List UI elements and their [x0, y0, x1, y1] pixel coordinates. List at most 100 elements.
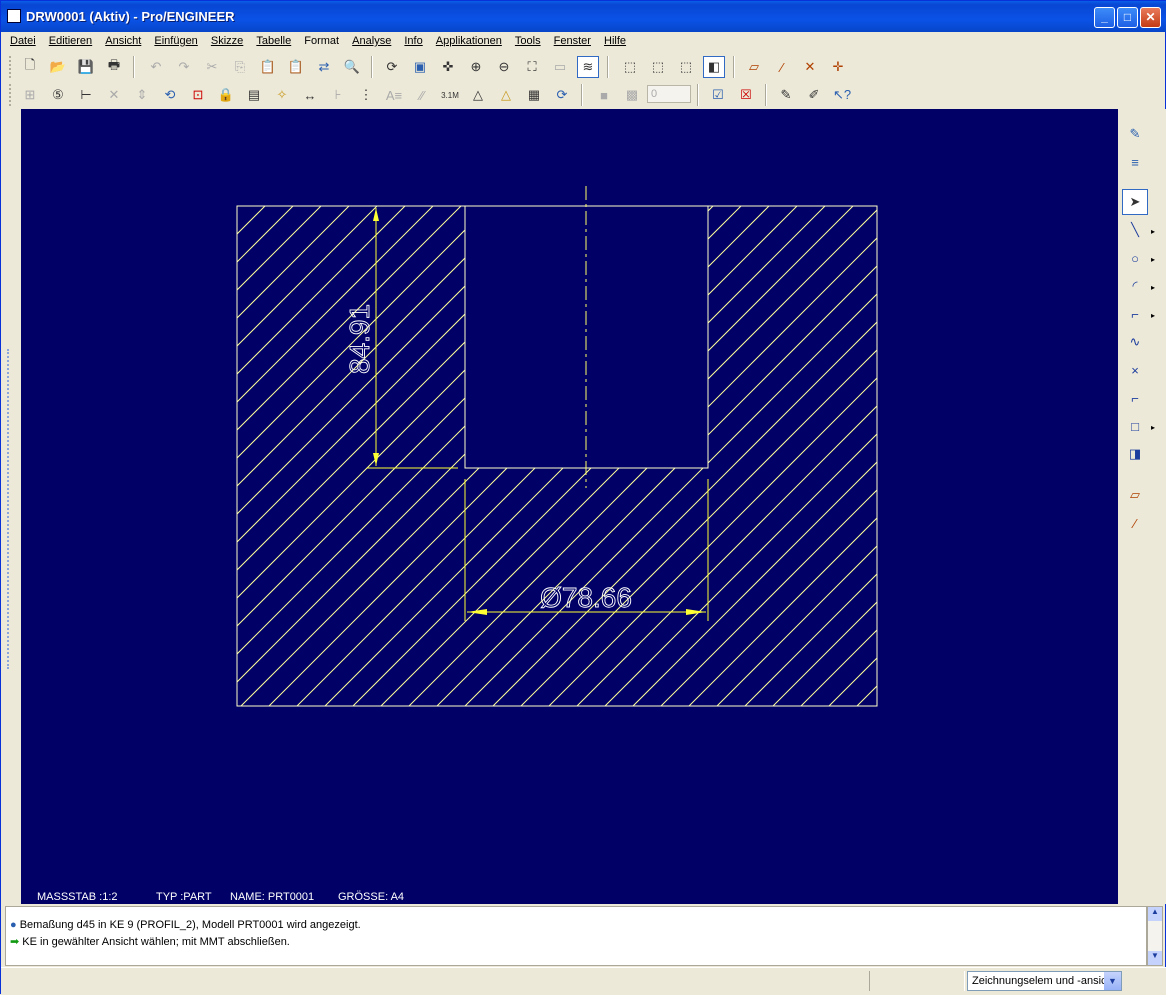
- redo-icon[interactable]: ↷: [173, 56, 195, 78]
- circle-flyout-icon[interactable]: ▸: [1151, 255, 1155, 264]
- chamfer-icon[interactable]: ⌐: [1122, 385, 1148, 411]
- line-icon[interactable]: ╲: [1122, 217, 1148, 243]
- constraints-icon[interactable]: ≡: [1122, 149, 1148, 175]
- delete-icon[interactable]: ✕: [103, 84, 125, 106]
- note-icon[interactable]: A≡: [383, 84, 405, 106]
- toolbar-grip[interactable]: [9, 56, 12, 78]
- spline-icon[interactable]: ∿: [1122, 329, 1148, 355]
- menu-tabelle[interactable]: Tabelle: [251, 33, 296, 47]
- copy-icon[interactable]: ⎘: [229, 56, 251, 78]
- menu-editieren[interactable]: Editieren: [44, 33, 97, 47]
- saved-view-icon[interactable]: ▭: [549, 56, 571, 78]
- layers-icon[interactable]: ≋: [577, 56, 599, 78]
- dim-diameter-text[interactable]: Ø78.66: [540, 582, 633, 614]
- drawing-canvas[interactable]: 84.91 Ø78.66 MASSSTAB :1:2 TYP :PART NAM…: [21, 109, 1118, 904]
- scroll-down-icon[interactable]: ▼: [1148, 951, 1162, 965]
- align-icon[interactable]: ⋮: [355, 84, 377, 106]
- message-scrollbar[interactable]: ▲ ▼: [1147, 906, 1163, 966]
- menu-einfuegen[interactable]: Einfügen: [149, 33, 202, 47]
- undo-icon[interactable]: ↶: [145, 56, 167, 78]
- maximize-button[interactable]: □: [1117, 7, 1138, 28]
- menu-fenster[interactable]: Fenster: [549, 33, 596, 47]
- rectangle-flyout-icon[interactable]: ▸: [1151, 423, 1155, 432]
- paste-icon[interactable]: 📋: [257, 56, 279, 78]
- no-hidden-icon[interactable]: ⬚: [675, 56, 697, 78]
- fillet-icon[interactable]: ⌐: [1122, 301, 1148, 327]
- rectangle-icon[interactable]: □: [1122, 413, 1148, 439]
- arc-icon[interactable]: ◜: [1122, 273, 1148, 299]
- menu-hilfe[interactable]: Hilfe: [599, 33, 631, 47]
- refit-icon[interactable]: ▣: [409, 56, 431, 78]
- move-icon[interactable]: ⇕: [131, 84, 153, 106]
- orient-icon[interactable]: ✜: [437, 56, 459, 78]
- ordinate-icon[interactable]: ⊦: [327, 84, 349, 106]
- sheet-icon[interactable]: ■: [593, 84, 615, 106]
- menu-analyse[interactable]: Analyse: [347, 33, 396, 47]
- chevron-down-icon[interactable]: ▼: [1104, 972, 1121, 990]
- accept-icon[interactable]: ☑: [707, 84, 729, 106]
- zoom-out-icon[interactable]: ⊖: [493, 56, 515, 78]
- mirror-icon[interactable]: ◨: [1122, 441, 1148, 467]
- cancel-icon[interactable]: ☒: [735, 84, 757, 106]
- dimension-linear-icon[interactable]: ↔: [299, 84, 321, 106]
- menu-tools[interactable]: Tools: [510, 33, 546, 47]
- show-annotations-icon[interactable]: ✧: [271, 84, 293, 106]
- context-help-icon[interactable]: ↖?: [831, 84, 853, 106]
- print-icon[interactable]: 🖶: [103, 56, 125, 78]
- symbol-icon[interactable]: △: [495, 84, 517, 106]
- menu-skizze[interactable]: Skizze: [206, 33, 248, 47]
- close-button[interactable]: ✕: [1140, 7, 1161, 28]
- datum-plane-icon[interactable]: ▱: [743, 56, 765, 78]
- table-icon[interactable]: ▤: [243, 84, 265, 106]
- surface-finish-icon[interactable]: △: [467, 84, 489, 106]
- menu-applikationen[interactable]: Applikationen: [431, 33, 507, 47]
- update-sheet-icon[interactable]: ⟲: [159, 84, 181, 106]
- title-bar[interactable]: DRW0001 (Aktiv) - Pro/ENGINEER _ □ ✕: [1, 1, 1166, 32]
- menu-info[interactable]: Info: [399, 33, 427, 47]
- insert-table-icon[interactable]: ▦: [523, 84, 545, 106]
- hatch-icon[interactable]: ⁄⁄: [411, 84, 433, 106]
- regenerate-icon[interactable]: ⇄: [313, 56, 335, 78]
- selection-filter-select[interactable]: Zeichnungselem und -ansic ▼: [967, 971, 1122, 991]
- sheet-spin-field[interactable]: 0: [647, 85, 691, 103]
- minimize-button[interactable]: _: [1094, 7, 1115, 28]
- balloon-icon[interactable]: ⑤: [47, 84, 69, 106]
- new-file-icon[interactable]: 🗋: [19, 56, 41, 78]
- datum-axis-icon[interactable]: ⁄: [771, 56, 793, 78]
- datum-point-icon[interactable]: ✕: [799, 56, 821, 78]
- zoom-in-icon[interactable]: ⊕: [465, 56, 487, 78]
- paste-special-icon[interactable]: 📋: [285, 56, 307, 78]
- zoom-fit-icon[interactable]: ⛶: [521, 56, 543, 78]
- refresh-table-icon[interactable]: ⟳: [551, 84, 573, 106]
- repaint-icon[interactable]: ⟳: [381, 56, 403, 78]
- sketch-tools-icon[interactable]: ✎: [1122, 121, 1148, 147]
- select-arrow-icon[interactable]: ➤: [1122, 189, 1148, 215]
- line-flyout-icon[interactable]: ▸: [1151, 227, 1155, 236]
- menu-format[interactable]: Format: [299, 33, 344, 47]
- dimension-icon[interactable]: ⊢: [75, 84, 97, 106]
- menu-ansicht[interactable]: Ansicht: [100, 33, 146, 47]
- shading-icon[interactable]: ◧: [703, 56, 725, 78]
- drawing-model-icon[interactable]: ⊞: [19, 84, 41, 106]
- pencil-icon[interactable]: ✐: [803, 84, 825, 106]
- draft-axis-icon[interactable]: ⁄: [1122, 510, 1148, 536]
- scale-icon[interactable]: 3.1M: [439, 84, 461, 106]
- edit-draft-icon[interactable]: ✎: [775, 84, 797, 106]
- save-icon[interactable]: 💾: [75, 56, 97, 78]
- general-view-icon[interactable]: ⊡: [187, 84, 209, 106]
- dim-vertical-text[interactable]: 84.91: [344, 304, 376, 375]
- toolbar-grip[interactable]: [9, 84, 12, 106]
- wireframe-icon[interactable]: ⬚: [619, 56, 641, 78]
- open-file-icon[interactable]: 📂: [47, 56, 69, 78]
- scroll-up-icon[interactable]: ▲: [1148, 907, 1162, 921]
- point-icon[interactable]: ×: [1122, 357, 1148, 383]
- search-icon[interactable]: 🔍: [341, 56, 363, 78]
- fillet-flyout-icon[interactable]: ▸: [1151, 311, 1155, 320]
- cut-icon[interactable]: ✂: [201, 56, 223, 78]
- coordinate-system-icon[interactable]: ✛: [827, 56, 849, 78]
- menu-datei[interactable]: Datei: [5, 33, 41, 47]
- sheet-grid-icon[interactable]: ▩: [621, 84, 643, 106]
- lock-view-icon[interactable]: 🔒: [215, 84, 237, 106]
- left-dock-grip[interactable]: [7, 349, 11, 669]
- arc-flyout-icon[interactable]: ▸: [1151, 283, 1155, 292]
